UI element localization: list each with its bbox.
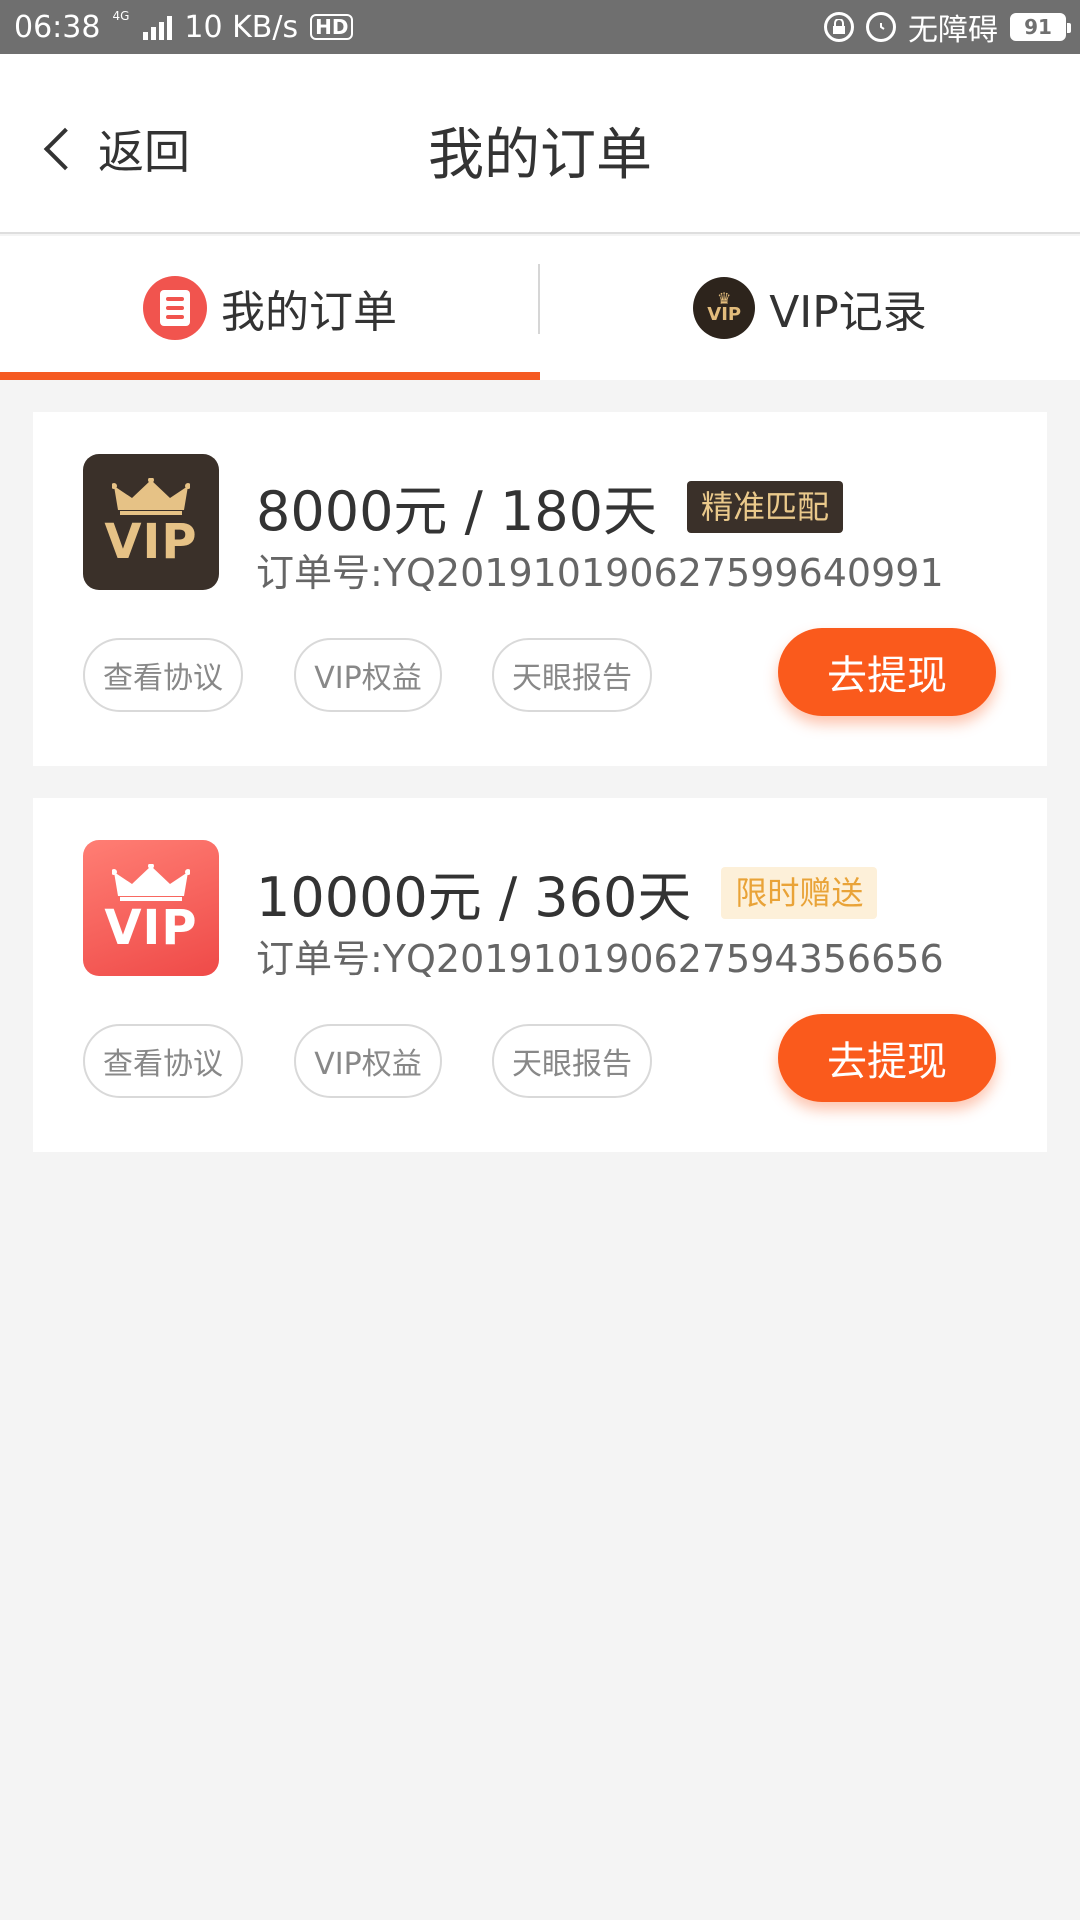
withdraw-button[interactable]: 去提现 xyxy=(778,628,996,716)
page-title: 我的订单 xyxy=(428,123,652,188)
order-title-row: 10000元 / 360天 限时赠送 xyxy=(256,853,878,932)
status-time: 06:38 xyxy=(14,9,101,45)
order-plan: 10000元 / 360天 xyxy=(256,866,692,929)
order-tag: 精准匹配 xyxy=(687,480,844,533)
crown-icon xyxy=(112,478,190,515)
order-title-row: 8000元 / 180天 精准匹配 xyxy=(256,467,844,546)
lock-icon xyxy=(824,12,854,42)
order-number: 订单号:YQ201910190627599640991 xyxy=(256,551,944,595)
tianyan-report-button[interactable]: 天眼报告 xyxy=(492,1024,652,1098)
withdraw-button[interactable]: 去提现 xyxy=(778,1014,996,1102)
document-icon xyxy=(143,276,207,340)
vip-badge-text: VIP xyxy=(104,900,198,956)
order-card: VIP 10000元 / 360天 限时赠送 订单号:YQ20191019062… xyxy=(33,798,1047,1152)
tab-label: VIP记录 xyxy=(769,287,927,338)
header-bar: 返回 我的订单 xyxy=(0,54,1080,234)
vip-crown-icon: ♛ VIP xyxy=(693,277,756,339)
vip-badge: VIP xyxy=(83,840,219,976)
order-number: 订单号:YQ201910190627594356656 xyxy=(256,937,944,981)
accessibility-label: 无障碍 xyxy=(908,13,998,48)
vip-badge-text: VIP xyxy=(104,514,198,570)
view-agreement-button[interactable]: 查看协议 xyxy=(83,1024,243,1098)
tab-vip-records[interactable]: ♛ VIP VIP记录 xyxy=(540,236,1080,380)
order-card: VIP 8000元 / 180天 精准匹配 订单号:YQ201910190627… xyxy=(33,412,1047,766)
signal-icon xyxy=(143,14,173,40)
hd-icon: HD xyxy=(310,14,354,40)
network-speed: 10 KB/s xyxy=(184,9,299,45)
view-agreement-button[interactable]: 查看协议 xyxy=(83,638,243,712)
alarm-icon xyxy=(866,12,896,42)
order-plan: 8000元 / 180天 xyxy=(256,480,658,543)
status-left: 06:38 4G 10 KB/s HD xyxy=(14,8,354,45)
status-right: 无障碍 91 xyxy=(824,5,1071,49)
tab-bar: 我的订单 ♛ VIP VIP记录 xyxy=(0,236,1080,380)
vip-benefits-button[interactable]: VIP权益 xyxy=(294,1024,442,1098)
crown-icon xyxy=(112,864,190,901)
vip-benefits-button[interactable]: VIP权益 xyxy=(294,638,442,712)
vip-badge: VIP xyxy=(83,454,219,590)
order-tag: 限时赠送 xyxy=(721,866,878,919)
tab-my-orders[interactable]: 我的订单 xyxy=(0,236,540,380)
battery-icon: 91 xyxy=(1010,13,1071,41)
network-type: 4G xyxy=(112,8,130,23)
status-bar: 06:38 4G 10 KB/s HD 无障碍 91 xyxy=(0,0,1080,54)
tianyan-report-button[interactable]: 天眼报告 xyxy=(492,638,652,712)
tab-label: 我的订单 xyxy=(221,287,397,338)
